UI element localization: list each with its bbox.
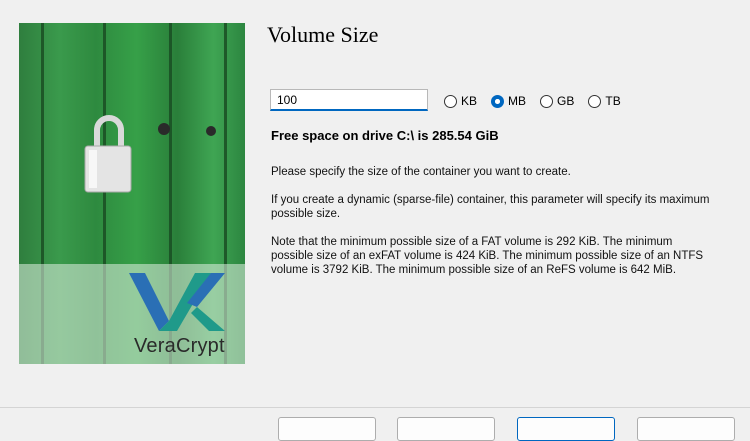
- dynamic-container-note: If you create a dynamic (sparse-file) co…: [271, 194, 710, 220]
- volume-size-input[interactable]: [270, 89, 428, 111]
- bolt-icon: [206, 126, 216, 136]
- free-space-label: Free space on drive C:\ is 285.54 GiB: [271, 128, 499, 143]
- unit-label-mb: MB: [508, 94, 527, 108]
- next-button[interactable]: [517, 417, 615, 441]
- brand-name: VeraCrypt: [134, 335, 225, 357]
- unit-label-tb: TB: [605, 94, 621, 108]
- unit-radio-gb[interactable]: GB: [540, 94, 574, 108]
- radio-circle-mb[interactable]: [491, 94, 505, 108]
- unit-radio-group: KB MB GB TB: [444, 94, 635, 108]
- wizard-banner-image: VeraCrypt: [19, 23, 245, 364]
- padlock-icon: [84, 115, 132, 193]
- minimum-size-note: Note that the minimum possible size of a…: [271, 236, 704, 276]
- unit-label-gb: GB: [557, 94, 575, 108]
- unit-radio-kb[interactable]: KB: [444, 94, 477, 108]
- wizard-window: VeraCrypt Volume Size KB MB GB TB Free s…: [0, 0, 750, 441]
- instruction-text: Please specify the size of the container…: [271, 166, 571, 178]
- radio-circle-gb[interactable]: [540, 94, 554, 108]
- veracrypt-logo-icon: [129, 273, 225, 331]
- radio-circle-tb[interactable]: [588, 94, 602, 108]
- unit-label-kb: KB: [461, 94, 478, 108]
- unit-radio-mb[interactable]: MB: [491, 94, 526, 108]
- back-button[interactable]: [397, 417, 495, 441]
- help-button[interactable]: [278, 417, 376, 441]
- hasp-icon: [158, 123, 170, 135]
- radio-circle-kb[interactable]: [444, 94, 457, 108]
- cancel-button[interactable]: [637, 417, 735, 441]
- unit-radio-tb[interactable]: TB: [588, 94, 621, 108]
- page-title: Volume Size: [267, 22, 379, 47]
